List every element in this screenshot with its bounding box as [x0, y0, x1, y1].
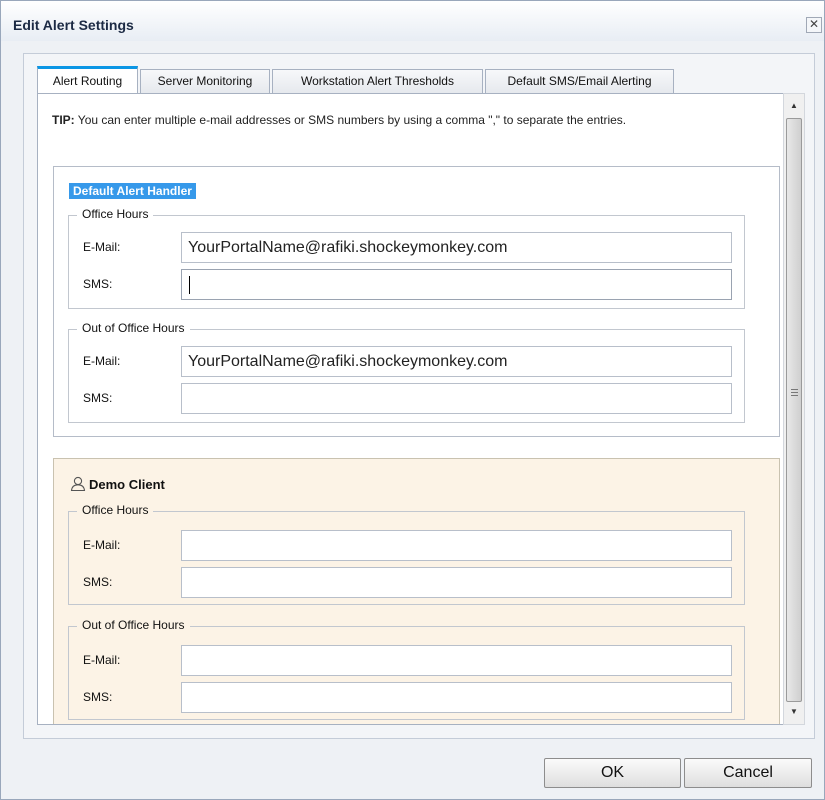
vertical-scrollbar[interactable]: ▲ ▼ [783, 93, 805, 725]
tab-workstation-alert-thresholds[interactable]: Workstation Alert Thresholds [272, 69, 483, 94]
alert-routing-content: TIP: You can enter multiple e-mail addre… [37, 93, 805, 725]
default-office-email-input[interactable] [181, 232, 732, 263]
out-of-office-hours-legend: Out of Office Hours [77, 321, 190, 335]
edit-alert-settings-dialog: Edit Alert Settings ✕ Alert Routing Serv… [0, 0, 825, 800]
tab-default-sms-email-alerting[interactable]: Default SMS/Email Alerting [485, 69, 674, 94]
client-out-of-office-email-input[interactable] [181, 645, 732, 676]
default-out-of-office-sms-input[interactable] [181, 383, 732, 414]
tip-text: TIP: You can enter multiple e-mail addre… [52, 112, 752, 128]
demo-client-name: Demo Client [89, 477, 165, 492]
default-alert-handler-title: Default Alert Handler [69, 183, 196, 199]
client-office-sms-input[interactable] [181, 567, 732, 598]
sms-label: SMS: [83, 690, 113, 704]
email-label: E-Mail: [83, 240, 121, 254]
client-out-of-office-hours-fieldset: Out of Office Hours E-Mail: SMS: [68, 618, 745, 720]
scroll-thumb[interactable] [786, 118, 802, 702]
client-out-of-office-sms-input[interactable] [181, 682, 732, 713]
tip-label: TIP: [52, 113, 75, 127]
sms-label: SMS: [83, 575, 113, 589]
sms-label: SMS: [83, 391, 113, 405]
ok-button[interactable]: OK [544, 758, 681, 788]
default-office-sms-input[interactable] [181, 269, 732, 300]
default-out-of-office-email-input[interactable] [181, 346, 732, 377]
person-icon [70, 476, 86, 491]
office-hours-fieldset: Office Hours E-Mail: SMS: [68, 207, 745, 309]
demo-client-section: Demo Client Office Hours E-Mail: SMS: Ou… [53, 458, 780, 724]
cancel-button[interactable]: Cancel [684, 758, 812, 788]
email-label: E-Mail: [83, 538, 121, 552]
out-of-office-hours-fieldset: Out of Office Hours E-Mail: SMS: [68, 321, 745, 423]
office-hours-legend: Office Hours [77, 207, 154, 221]
email-label: E-Mail: [83, 354, 121, 368]
sms-label: SMS: [83, 277, 113, 291]
scroll-up-arrow-icon[interactable]: ▲ [784, 96, 804, 116]
scroll-down-arrow-icon[interactable]: ▼ [784, 702, 804, 722]
tab-alert-routing[interactable]: Alert Routing [37, 66, 138, 95]
demo-client-title: Demo Client [70, 476, 165, 492]
email-label: E-Mail: [83, 653, 121, 667]
grip-icon [791, 389, 798, 396]
tab-server-monitoring[interactable]: Server Monitoring [140, 69, 270, 94]
out-of-office-hours-legend: Out of Office Hours [77, 618, 190, 632]
dialog-titlebar: Edit Alert Settings ✕ [1, 1, 824, 41]
default-alert-handler-section: Default Alert Handler Office Hours E-Mai… [53, 166, 780, 437]
client-office-email-input[interactable] [181, 530, 732, 561]
close-icon[interactable]: ✕ [806, 17, 822, 33]
dialog-title: Edit Alert Settings [13, 17, 134, 33]
client-office-hours-fieldset: Office Hours E-Mail: SMS: [68, 503, 745, 605]
tip-body: You can enter multiple e-mail addresses … [74, 113, 627, 127]
office-hours-legend: Office Hours [77, 503, 154, 517]
text-caret [189, 276, 190, 294]
